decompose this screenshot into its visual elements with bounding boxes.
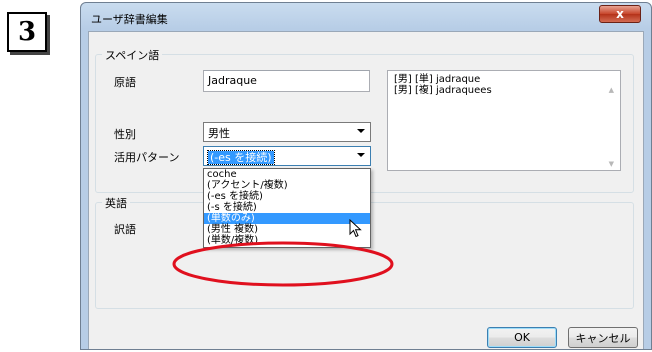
dropdown-option[interactable]: (男性 複数)	[204, 224, 370, 235]
scroll-down-icon[interactable]: ▼	[609, 159, 614, 170]
spanish-group-label: スペイン語	[102, 47, 163, 63]
chevron-down-icon	[357, 129, 365, 133]
preview-line: [男] [単] jadraque	[394, 74, 481, 85]
pattern-value: (-es を接続)	[207, 150, 275, 165]
window-title: ユーザ辞書編集	[91, 13, 168, 26]
english-group-label: 英語	[102, 195, 130, 211]
close-icon: x	[616, 7, 624, 21]
dropdown-option[interactable]: (アクセント/複数)	[204, 180, 370, 191]
annotation-ellipse	[172, 241, 394, 287]
dialog-window: ユーザ辞書編集 x スペイン語 原語 Jadraque [男] [単] jadr…	[80, 2, 652, 350]
dropdown-option[interactable]: coche	[204, 169, 370, 180]
gender-value: 男性	[208, 127, 230, 140]
source-word-input[interactable]: Jadraque	[203, 70, 370, 92]
title-bar: ユーザ辞書編集 x	[81, 3, 651, 31]
pattern-select[interactable]: (-es を接続)	[203, 146, 371, 166]
close-button[interactable]: x	[599, 5, 641, 23]
pattern-dropdown-list[interactable]: coche (アクセント/複数) (-es を接続) (-s を接続) (単数の…	[203, 168, 371, 248]
dropdown-option[interactable]: (-es を接続)	[204, 191, 370, 202]
cancel-button-label: キャンセル	[575, 331, 631, 345]
mouse-pointer-icon	[349, 219, 362, 238]
step-number-badge: 3	[7, 12, 47, 52]
dialog-client-area: スペイン語 原語 Jadraque [男] [単] jadraque [男] […	[88, 31, 644, 349]
cancel-button[interactable]: キャンセル	[568, 327, 638, 348]
chevron-down-icon	[357, 153, 365, 157]
gender-label: 性別	[114, 128, 136, 141]
translation-label: 訳語	[114, 223, 136, 236]
preview-line: [男] [複] jadraquees	[394, 85, 492, 96]
ok-button[interactable]: OK	[487, 327, 557, 348]
gender-select[interactable]: 男性	[203, 122, 371, 142]
source-word-value: Jadraque	[208, 74, 257, 87]
ok-button-label: OK	[514, 331, 530, 344]
source-word-label: 原語	[114, 76, 136, 89]
inflection-preview-list[interactable]: [男] [単] jadraque [男] [複] jadraquees ▲ ▼	[387, 70, 621, 171]
scroll-up-icon[interactable]: ▲	[609, 85, 614, 96]
dropdown-option[interactable]: (-s を接続)	[204, 202, 370, 213]
dropdown-option-highlighted[interactable]: (単数のみ)	[204, 213, 370, 224]
pattern-label: 活用パターン	[114, 151, 180, 164]
